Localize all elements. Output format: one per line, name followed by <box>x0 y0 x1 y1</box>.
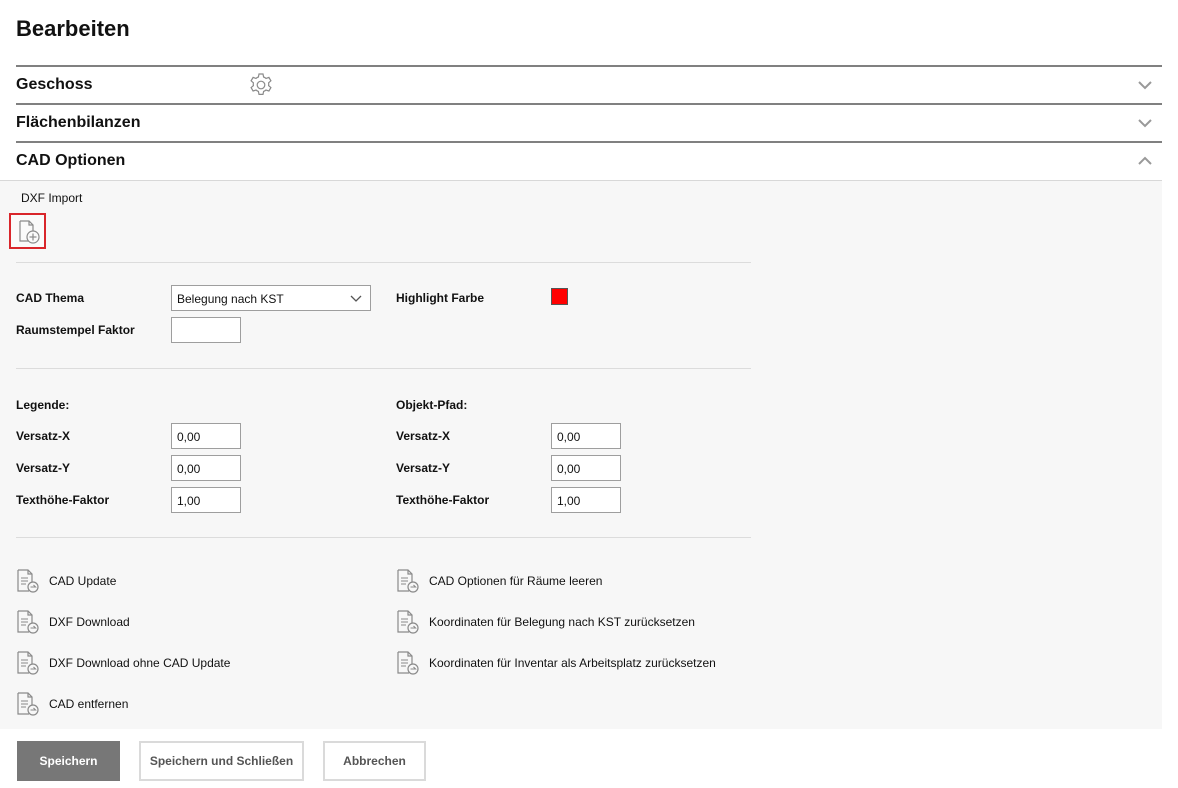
dxf-download-ohne-cad-update-label: DXF Download ohne CAD Update <box>49 656 231 670</box>
highlight-color-picker[interactable] <box>551 288 568 305</box>
legende-title: Legende: <box>16 398 70 412</box>
objekt-pfad-texthoehe-input[interactable]: 1,00 <box>551 487 621 513</box>
dxf-download-label: DXF Download <box>49 615 130 629</box>
cad-options-panel: DXF Import CAD Thema Belegung nach KST H… <box>0 180 1162 729</box>
objekt-pfad-versatz-y-input[interactable]: 0,00 <box>551 455 621 481</box>
section-geschoss-label: Geschoss <box>16 76 93 93</box>
koordinaten-belegung-zuruecksetzen-label: Koordinaten für Belegung nach KST zurück… <box>429 615 695 629</box>
divider <box>16 537 751 538</box>
chevron-up-icon[interactable] <box>1138 154 1152 168</box>
save-and-close-button[interactable]: Speichern und Schließen <box>139 741 304 781</box>
legende-versatz-y-input[interactable]: 0,00 <box>171 455 241 481</box>
chevron-down-icon <box>350 293 362 307</box>
highlight-farbe-label: Highlight Farbe <box>396 291 484 305</box>
cad-thema-label: CAD Thema <box>16 291 85 305</box>
chevron-down-icon[interactable] <box>1138 78 1152 92</box>
objekt-pfad-versatz-x-label: Versatz-X <box>396 429 451 443</box>
cancel-button[interactable]: Abbrechen <box>323 741 426 781</box>
legende-versatz-x-label: Versatz-X <box>16 429 71 443</box>
gear-icon[interactable] <box>248 72 274 98</box>
section-cad-optionen-label: CAD Optionen <box>16 152 126 169</box>
section-flaechenbilanzen-label: Flächenbilanzen <box>16 114 141 131</box>
divider <box>16 262 751 263</box>
cad-thema-select[interactable]: Belegung nach KST <box>171 285 371 311</box>
objekt-pfad-texthoehe-label: Texthöhe-Faktor <box>396 493 490 507</box>
koordinaten-inventar-zuruecksetzen-label: Koordinaten für Inventar als Arbeitsplat… <box>429 656 716 670</box>
legende-texthoehe-input[interactable]: 1,00 <box>171 487 241 513</box>
section-cad-optionen-header[interactable]: CAD Optionen <box>16 141 1162 177</box>
cad-update-label: CAD Update <box>49 574 117 588</box>
raumstempel-faktor-label: Raumstempel Faktor <box>16 323 135 337</box>
legende-texthoehe-label: Texthöhe-Faktor <box>16 493 110 507</box>
objekt-pfad-versatz-x-input[interactable]: 0,00 <box>551 423 621 449</box>
objekt-pfad-versatz-y-label: Versatz-Y <box>396 461 451 475</box>
cad-entfernen-label: CAD entfernen <box>49 697 129 711</box>
dxf-import-button[interactable] <box>9 213 46 249</box>
section-geschoss-header[interactable]: Geschoss <box>16 65 1162 101</box>
legende-versatz-y-label: Versatz-Y <box>16 461 71 475</box>
cad-optionen-raeume-leeren-label: CAD Optionen für Räume leeren <box>429 574 603 588</box>
page-title: Bearbeiten <box>16 16 130 41</box>
objekt-pfad-title: Objekt-Pfad: <box>396 398 468 412</box>
save-button[interactable]: Speichern <box>17 741 120 781</box>
dxf-import-label: DXF Import <box>21 191 83 205</box>
divider <box>16 368 751 369</box>
cad-thema-value: Belegung nach KST <box>177 292 284 306</box>
chevron-down-icon[interactable] <box>1138 116 1152 130</box>
legende-versatz-x-input[interactable]: 0,00 <box>171 423 241 449</box>
raumstempel-faktor-input[interactable] <box>171 317 241 343</box>
section-flaechenbilanzen-header[interactable]: Flächenbilanzen <box>16 103 1162 139</box>
